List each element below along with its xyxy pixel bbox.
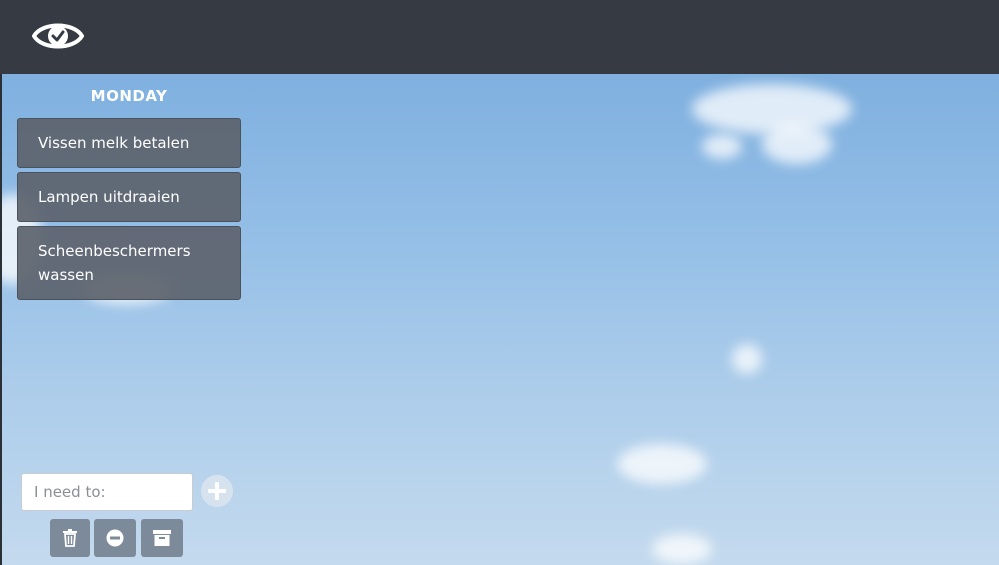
top-bar: [0, 0, 999, 74]
day-column-monday: MONDAY Vissen melk betalen Lampen uitdra…: [17, 74, 241, 304]
delete-button[interactable]: [50, 519, 90, 557]
task-card[interactable]: Vissen melk betalen: [17, 118, 241, 168]
task-list: Vissen melk betalen Lampen uitdraaien Sc…: [17, 118, 241, 300]
task-card[interactable]: Lampen uitdraaien: [17, 172, 241, 222]
minus-circle-icon: [106, 529, 124, 547]
trash-icon: [63, 529, 77, 547]
archive-box-icon: [153, 530, 171, 546]
task-input[interactable]: [21, 473, 193, 511]
eye-check-icon[interactable]: [32, 16, 84, 56]
plus-circle-icon: [202, 476, 232, 506]
archive-button[interactable]: [141, 519, 183, 557]
add-task-button[interactable]: [201, 475, 233, 507]
remove-button[interactable]: [94, 519, 136, 557]
day-title: MONDAY: [90, 87, 168, 105]
task-card[interactable]: Scheenbeschermers wassen: [17, 226, 241, 300]
